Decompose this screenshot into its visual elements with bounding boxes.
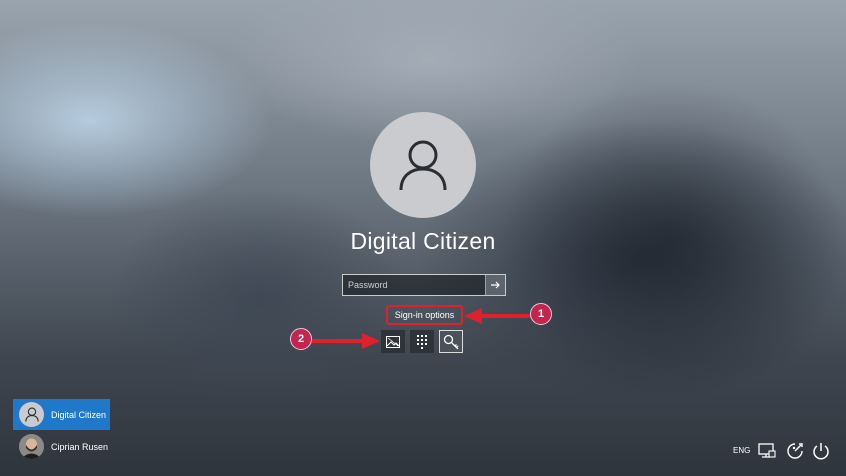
user-name: Digital Citizen: [350, 228, 496, 254]
user-tile-name: Ciprian Rusen: [51, 441, 109, 452]
network-icon[interactable]: [757, 441, 777, 461]
picture-password-button[interactable]: [381, 330, 405, 353]
signin-options-link[interactable]: Sign-in options: [386, 305, 463, 325]
annotation-arrow-1: [464, 308, 532, 324]
user-avatar: [370, 112, 476, 218]
password-input[interactable]: [343, 275, 483, 295]
pin-button[interactable]: [410, 330, 434, 353]
avatar: [19, 434, 44, 459]
security-key-icon: [443, 334, 459, 349]
security-key-button[interactable]: [439, 330, 463, 353]
power-icon[interactable]: [811, 441, 831, 461]
default-user-icon: [399, 140, 447, 191]
submit-button[interactable]: [485, 275, 505, 295]
annotation-badge-1: 1: [530, 303, 552, 325]
signin-options-label: Sign-in options: [394, 310, 455, 320]
picture-password-icon: [386, 335, 400, 348]
language-indicator[interactable]: ENG: [733, 446, 750, 455]
default-user-icon: [24, 407, 39, 422]
user-tile-ciprian-rusen[interactable]: Ciprian Rusen: [13, 431, 110, 462]
avatar: [19, 402, 44, 427]
ease-of-access-icon[interactable]: [785, 441, 805, 461]
user-tile-digital-citizen[interactable]: Digital Citizen: [13, 399, 110, 430]
password-field: [342, 274, 506, 296]
annotation-badge-2: 2: [290, 328, 312, 350]
user-tile-name: Digital Citizen: [51, 409, 107, 420]
annotation-arrow-2: [312, 333, 380, 349]
user-photo: [19, 434, 44, 459]
arrow-right-icon: [490, 281, 500, 289]
pin-keypad-icon: [417, 334, 427, 349]
